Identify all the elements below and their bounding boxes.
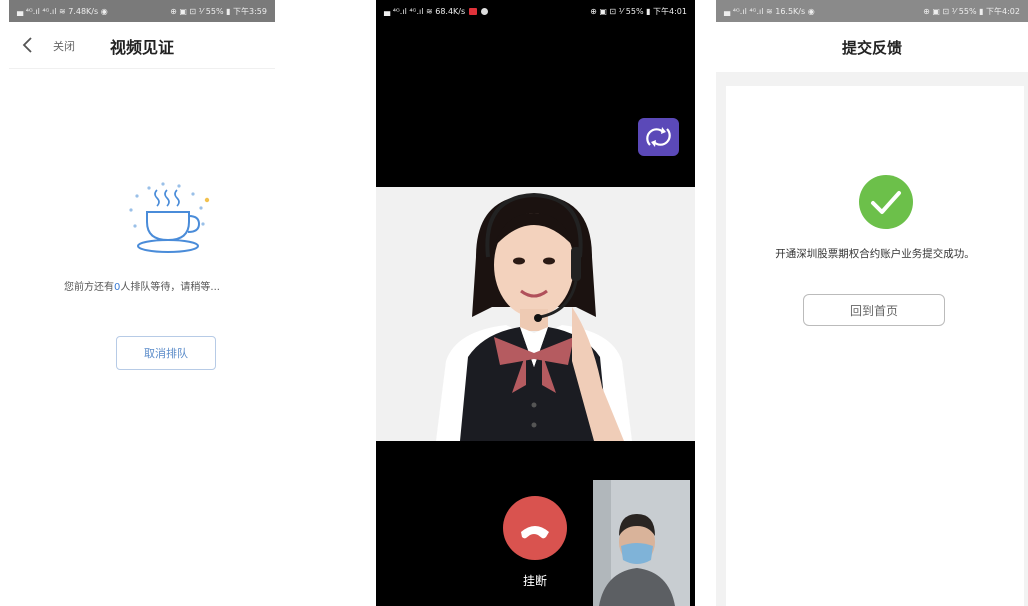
agent-video-feed bbox=[376, 187, 695, 441]
status-bar-left: ▄ ⁴ᴳ.ıl ⁴ᴳ.ıl ≋ 7.48K/s ◉ bbox=[17, 6, 108, 16]
cancel-queue-button[interactable]: 取消排队 bbox=[116, 336, 216, 370]
camera-switch-icon bbox=[646, 127, 671, 147]
page-title: 视频见证 bbox=[109, 38, 174, 57]
hangup-label: 挂断 bbox=[522, 574, 547, 588]
nav-bar: 关闭 视频见证 bbox=[9, 22, 275, 69]
status-bar: ▄ ⁴ᴳ.ıl ⁴ᴳ.ıl ≋ 16.5K/s ◉ ⊕ ▣ ⊡ ⅟ 55% ▮ … bbox=[716, 0, 1028, 22]
status-bar: ▄ ⁴ᴳ.ıl ⁴ᴳ.ıl ≋ 7.48K/s ◉ ⊕ ▣ ⊡ ⅟ 55% ▮ … bbox=[9, 0, 275, 22]
success-message: 开通深圳股票期权合约账户业务提交成功。 bbox=[775, 248, 975, 260]
status-bar-right: ⊕ ▣ ⊡ ⅟ 55% ▮ 下午4:02 bbox=[923, 6, 1020, 16]
status-bar-left-group: ▄ ⁴ᴳ.ıl ⁴ᴳ.ıl ≋ 68.4K/s bbox=[384, 6, 489, 16]
status-bar-right: ⊕ ▣ ⊡ ⅟ 55% ▮ 下午3:59 bbox=[170, 6, 267, 16]
queue-text-suffix: 人排队等待，请稍等... bbox=[120, 282, 220, 293]
nav-bar: 提交反馈 bbox=[716, 22, 1028, 72]
status-bar: ▄ ⁴ᴳ.ıl ⁴ᴳ.ıl ≋ 68.4K/s ⊕ ▣ ⊡ ⅟ 55% ▮ 下午… bbox=[376, 0, 695, 22]
queue-status-text: 您前方还有0人排队等待，请稍等... bbox=[9, 278, 275, 293]
video-call-screen: ▄ ⁴ᴳ.ıl ⁴ᴳ.ıl ≋ 68.4K/s ⊕ ▣ ⊡ ⅟ 55% ▮ 下午… bbox=[376, 0, 695, 606]
recording-icon bbox=[469, 7, 478, 15]
status-bar-right: ⊕ ▣ ⊡ ⅟ 55% ▮ 下午4:01 bbox=[590, 6, 687, 16]
hangup-button[interactable] bbox=[503, 496, 567, 560]
location-icon bbox=[481, 7, 489, 15]
phone-hangup-icon bbox=[521, 526, 549, 539]
status-bar-left: ▄ ⁴ᴳ.ıl ⁴ᴳ.ıl ≋ 16.5K/s ◉ bbox=[724, 6, 815, 16]
result-card: 开通深圳股票期权合约账户业务提交成功。 回到首页 bbox=[726, 86, 1024, 606]
back-to-home-button[interactable]: 回到首页 bbox=[803, 294, 945, 326]
submit-feedback-screen: ▄ ⁴ᴳ.ıl ⁴ᴳ.ıl ≋ 16.5K/s ◉ ⊕ ▣ ⊡ ⅟ 55% ▮ … bbox=[716, 0, 1028, 606]
page-title: 提交反馈 bbox=[841, 39, 902, 57]
switch-camera-button[interactable] bbox=[638, 118, 679, 156]
self-person-image bbox=[593, 480, 690, 606]
success-check-icon bbox=[859, 175, 913, 229]
coffee-cup-icon bbox=[129, 182, 210, 253]
queue-text-prefix: 您前方还有 bbox=[64, 282, 115, 293]
status-bar-left: ▄ ⁴ᴳ.ıl ⁴ᴳ.ıl ≋ 68.4K/s bbox=[384, 6, 466, 16]
agent-person-image bbox=[376, 187, 695, 441]
video-witness-queue-screen: ▄ ⁴ᴳ.ıl ⁴ᴳ.ıl ≋ 7.48K/s ◉ ⊕ ▣ ⊡ ⅟ 55% ▮ … bbox=[9, 0, 275, 606]
self-video-preview[interactable] bbox=[593, 480, 690, 606]
